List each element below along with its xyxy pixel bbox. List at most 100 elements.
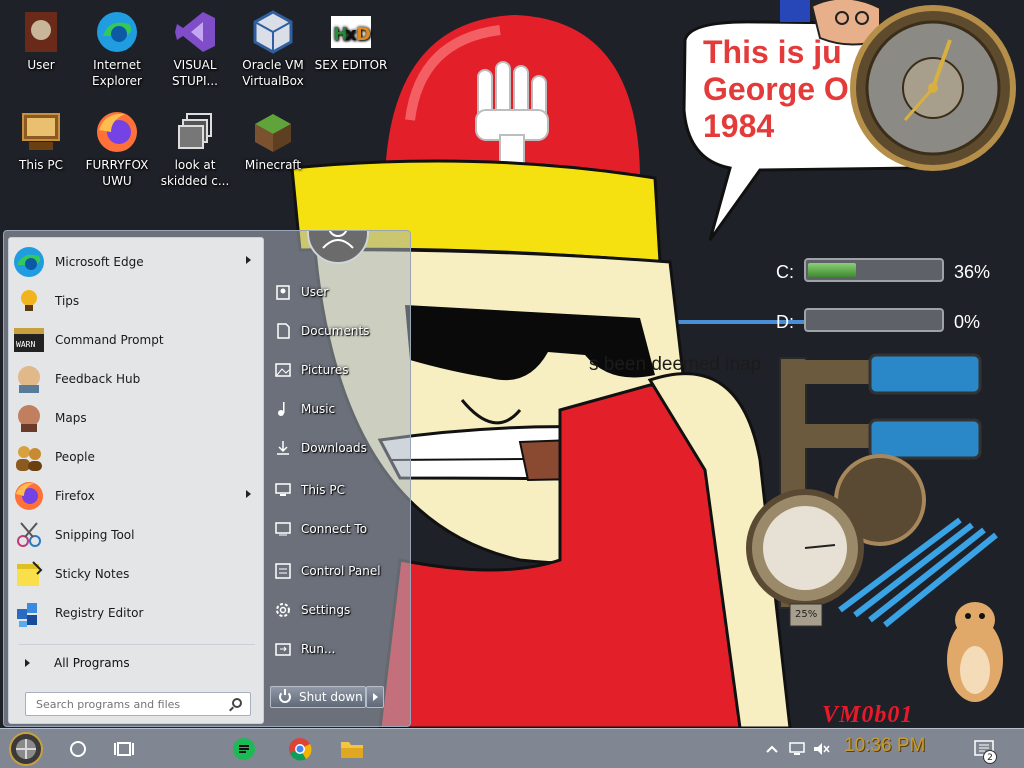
control-panel-icon [274,562,292,580]
start-item-label: Maps [55,411,87,425]
start-item-label: People [55,450,95,464]
this-pc-icon [19,110,63,154]
user-folder-icon [19,10,63,54]
gauge-percent-text: 25% [795,609,818,620]
pictures-icon [274,361,292,379]
start-item-registry-editor[interactable]: Registry Editor [13,595,261,631]
edge-icon [13,246,45,278]
search-icon[interactable] [232,698,242,708]
desktop-icon-label: Minecraft [244,158,302,172]
tray-overflow-button[interactable] [760,729,784,768]
action-center-button[interactable] [964,729,1004,768]
chrome-icon [289,738,312,761]
connect-to-icon [274,520,292,538]
taskbar-clock[interactable]: 10:36 PM [844,735,925,757]
desktop-icon-minecraft[interactable]: Minecraft [232,110,314,173]
documents-icon [274,322,292,340]
start-item-feedback-hub[interactable]: Feedback Hub [13,361,261,397]
taskbar: 10:36 PM 2 [0,728,1024,768]
start-menu-programs-pane: Microsoft Edge Tips WARN Command Prompt … [8,237,264,724]
power-icon [279,689,291,703]
desktop-icon-label: FURRYFOX UWU [85,158,149,188]
start-item-snipping-tool[interactable]: Snipping Tool [13,517,261,553]
start-right-this-pc[interactable]: This PC [268,475,408,505]
search-taskbar-button[interactable] [58,729,98,768]
drive-d-label: D: [776,312,794,332]
network-icon [789,742,805,755]
desktop-icon-visual-studio[interactable]: VISUAL STUPI... [154,10,236,89]
start-right-settings[interactable]: Settings [268,595,408,625]
desktop-icon-skidded[interactable]: look at skidded c... [154,110,236,189]
edge-icon [95,10,139,54]
start-right-label: Control Panel [301,564,381,578]
desktop-icon-label: This PC [19,158,63,172]
start-item-microsoft-edge[interactable]: Microsoft Edge [13,244,261,280]
start-right-connect-to[interactable]: Connect To [268,514,408,544]
network-tray-icon-button[interactable] [784,729,810,768]
volume-tray-icon-button[interactable] [808,729,834,768]
start-button[interactable] [6,729,46,768]
hamster-icon [947,602,1003,702]
taskbar-notes-app[interactable] [224,729,264,768]
start-item-tips[interactable]: Tips [13,283,261,319]
start-right-pictures[interactable]: Pictures [268,355,408,385]
this-pc-icon [274,481,292,499]
desktop-icon-label: Oracle VM VirtualBox [242,58,304,88]
submenu-arrow-icon[interactable] [246,490,251,498]
minecraft-icon [251,110,295,154]
search-input[interactable] [26,693,222,716]
search-box[interactable] [25,692,251,716]
start-right-downloads[interactable]: Downloads [268,433,408,463]
start-item-command-prompt[interactable]: WARN Command Prompt [13,322,261,358]
notification-count-badge: 2 [983,750,997,764]
firefox-icon [13,480,45,512]
start-item-people[interactable]: People [13,439,261,475]
all-programs-button[interactable]: All Programs [17,650,257,676]
task-view-button[interactable] [104,729,144,768]
desktop-icon-hex-editor[interactable]: HxD SEX EDITOR [310,10,392,73]
start-right-label: This PC [301,483,345,497]
speech-bubble-text: This is ju George O 1984 [703,34,849,144]
start-right-label: User [301,285,329,299]
desktop-icon-user[interactable]: User [0,10,82,73]
svg-text:WARN: WARN [16,340,35,349]
start-right-label: Connect To [301,522,368,536]
firefox-icon [95,110,139,154]
start-item-label: Registry Editor [55,606,144,620]
start-item-label: Sticky Notes [55,567,130,581]
start-menu: Microsoft Edge Tips WARN Command Prompt … [3,230,411,727]
start-orb-icon [9,732,43,766]
start-right-label: Downloads [301,441,367,455]
start-right-label: Music [301,402,336,416]
start-right-run[interactable]: Run... [268,634,408,664]
taskbar-chrome[interactable] [280,729,320,768]
start-item-maps[interactable]: Maps [13,400,261,436]
run-icon [274,640,292,658]
shutdown-button[interactable]: Shut down [270,686,366,708]
desktop-icon-firefox[interactable]: FURRYFOX UWU [76,110,158,189]
tips-icon [13,285,45,317]
submenu-arrow-icon[interactable] [246,256,251,264]
start-right-documents[interactable]: Documents [268,316,408,346]
user-avatar[interactable] [307,231,369,264]
start-item-sticky-notes[interactable]: Sticky Notes [13,556,261,592]
drive-c-percent: 36% [954,262,991,282]
start-item-firefox[interactable]: Firefox [13,478,261,514]
desktop-icon-this-pc[interactable]: This PC [0,110,82,173]
green-notes-icon [233,738,255,760]
taskbar-file-explorer[interactable] [332,729,372,768]
start-right-control-panel[interactable]: Control Panel [268,556,408,586]
user-silhouette-icon [322,231,354,249]
start-right-label: Settings [301,603,351,617]
desktop-icon-internet-explorer[interactable]: Internet Explorer [76,10,158,89]
start-right-user[interactable]: User [268,277,408,307]
command-prompt-icon: WARN [13,324,45,356]
shutdown-label: Shut down [299,690,363,704]
desktop-icon-virtualbox[interactable]: Oracle VM VirtualBox [232,10,314,89]
svg-text:D: D [356,24,371,45]
start-right-music[interactable]: Music [268,394,408,424]
shutdown-options-button[interactable] [366,686,384,708]
task-view-icon [114,742,134,756]
start-item-label: Tips [55,294,80,308]
window-stack-icon [173,110,217,154]
